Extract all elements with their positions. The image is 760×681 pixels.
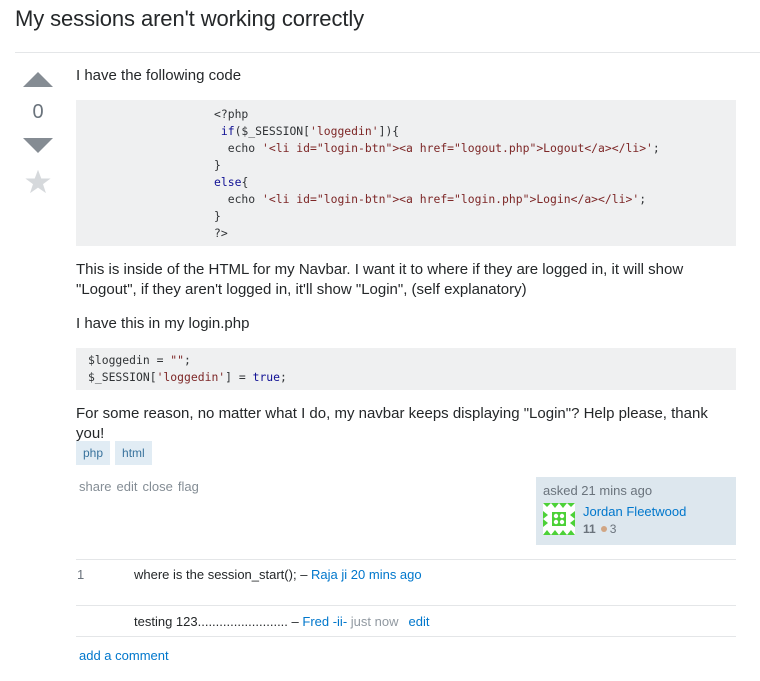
downvote-arrow-icon[interactable] [23, 138, 53, 153]
post-menu: share edit close flag [79, 479, 199, 494]
comment-user-link[interactable]: Raja ji [311, 567, 347, 582]
bronze-badge-icon [600, 526, 607, 532]
code-token: <?php [214, 107, 249, 121]
code-token: ($_SESSION[ [234, 124, 311, 138]
code-token: else [214, 175, 242, 189]
code-token: 'loggedin' [156, 370, 226, 384]
code-token: } [214, 158, 221, 172]
comment-date[interactable]: 20 mins ago [351, 567, 422, 582]
vote-count: 0 [32, 101, 44, 123]
code-token: if [220, 124, 235, 138]
code-token: ; [184, 353, 191, 367]
close-link[interactable]: close [143, 479, 173, 494]
asked-time: asked 21 mins ago [543, 483, 653, 498]
body-paragraph: For some reason, no matter what I do, my… [76, 405, 708, 442]
star-icon[interactable] [24, 168, 52, 196]
share-link[interactable]: share [79, 479, 112, 494]
comment-edit-link[interactable]: edit [408, 614, 429, 629]
avatar[interactable] [543, 503, 575, 535]
code-token: ]){ [378, 124, 400, 138]
bronze-badge-count: 3 [609, 522, 617, 536]
comment-date: just now [350, 614, 399, 629]
owner-card: asked 21 mins ago Jordan Fleetwood 11 3 [536, 477, 736, 545]
question-title[interactable]: My sessions aren't working correctly [15, 6, 364, 32]
tag-php[interactable]: php [76, 441, 111, 465]
code-token: ; [652, 141, 660, 155]
owner-reputation: 11 3 [583, 522, 616, 536]
comment-separator: – [296, 567, 312, 582]
code-token: $loggedin = [88, 353, 171, 367]
edit-link[interactable]: edit [117, 479, 138, 494]
comment-text: where is the session_start(); [134, 567, 297, 582]
code-token: true [252, 370, 281, 384]
code-token: '<li id="login-btn"><a href="logout.php"… [262, 141, 653, 155]
code-block-login: $loggedin = ""; $_SESSION['loggedin'] = … [76, 348, 736, 390]
code-text: <?php if($_SESSION['loggedin']){ echo '<… [214, 106, 736, 242]
comment-divider [76, 559, 736, 560]
code-token: ] = [225, 370, 253, 384]
code-token: 'loggedin' [310, 124, 379, 138]
tag-list: php html [76, 441, 152, 465]
comment-separator: – [287, 614, 303, 629]
owner-name-link[interactable]: Jordan Fleetwood [583, 504, 686, 519]
flag-link[interactable]: flag [178, 479, 199, 494]
code-block-navbar: <?php if($_SESSION['loggedin']){ echo '<… [76, 100, 736, 246]
comment-divider [76, 636, 736, 637]
code-token: echo [214, 141, 263, 155]
code-token: ; [280, 370, 287, 384]
code-text: $loggedin = ""; $_SESSION['loggedin'] = … [88, 352, 736, 386]
code-token: "" [170, 353, 185, 367]
comment-body: where is the session_start(); – Raja ji … [134, 567, 422, 582]
comment-score: 1 [77, 567, 85, 582]
code-token: } [214, 209, 221, 223]
reputation-score: 11 [583, 522, 596, 536]
upvote-arrow-icon[interactable] [23, 72, 53, 87]
code-token: '<li id="login-btn"><a href="login.php">… [262, 192, 640, 206]
tag-html[interactable]: html [115, 441, 152, 465]
add-comment-link[interactable]: add a comment [79, 648, 169, 663]
comment-user-link[interactable]: Fred -ii- [302, 614, 347, 629]
code-token: ?> [214, 226, 228, 240]
title-divider [15, 52, 760, 53]
body-paragraph: This is inside of the HTML for my Navbar… [76, 261, 684, 298]
code-token: $_SESSION[ [88, 370, 157, 384]
body-paragraph: I have this in my login.php [76, 315, 250, 332]
body-paragraph: I have the following code [76, 67, 242, 84]
comment-text: testing 123......................... [134, 614, 288, 629]
code-token: ; [639, 192, 647, 206]
code-token: echo [214, 192, 263, 206]
code-token: { [241, 175, 249, 189]
comment-divider [76, 605, 736, 606]
comment-body: testing 123......................... – F… [134, 614, 429, 629]
